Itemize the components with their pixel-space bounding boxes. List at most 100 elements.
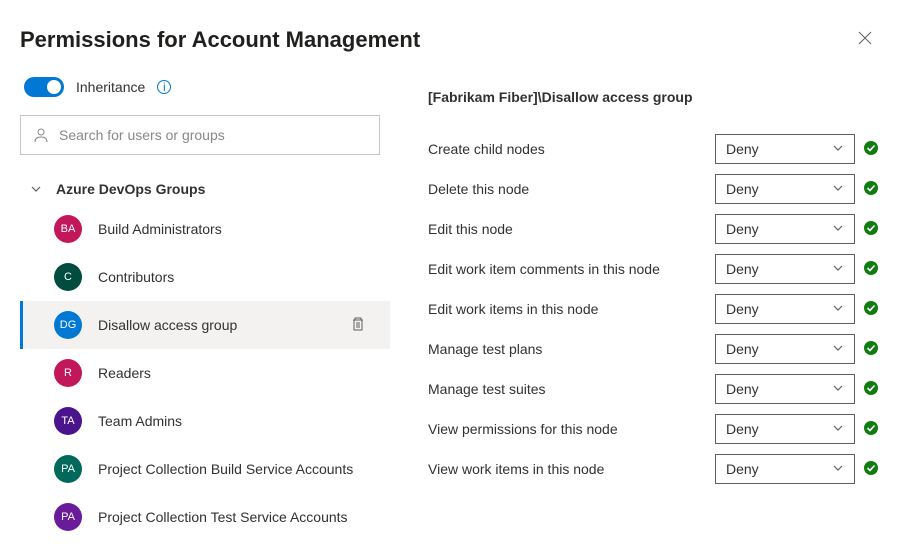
permissions-list: Create child nodesDenyDelete this nodeDe…: [428, 129, 879, 489]
permission-select[interactable]: Deny: [715, 414, 855, 444]
avatar: PA: [54, 503, 82, 531]
permission-row: Create child nodes Deny: [428, 129, 879, 169]
permission-row: Manage test plans Deny: [428, 329, 879, 369]
permission-select[interactable]: Deny: [715, 374, 855, 404]
chevron-down-icon: [832, 421, 844, 437]
chevron-down-icon: [832, 341, 844, 357]
group-label: Readers: [98, 365, 376, 381]
avatar: TA: [54, 407, 82, 435]
permission-label: View permissions for this node: [428, 421, 715, 437]
permission-select[interactable]: Deny: [715, 334, 855, 364]
chevron-down-icon: [832, 221, 844, 237]
selected-group-title: [Fabrikam Fiber]\Disallow access group: [428, 89, 879, 105]
group-item[interactable]: PA Project Collection Test Service Accoun…: [20, 493, 390, 541]
permission-select-value: Deny: [726, 381, 759, 397]
permission-label: View work items in this node: [428, 461, 715, 477]
group-label: Team Admins: [98, 413, 376, 429]
chevron-down-icon: [832, 301, 844, 317]
permission-controls: Deny: [715, 134, 879, 164]
permission-controls: Deny: [715, 294, 879, 324]
permission-controls: Deny: [715, 374, 879, 404]
group-item[interactable]: C Contributors: [20, 253, 390, 301]
permission-select-value: Deny: [726, 301, 759, 317]
permission-select-value: Deny: [726, 221, 759, 237]
permission-controls: Deny: [715, 254, 879, 284]
group-label: Build Administrators: [98, 221, 376, 237]
permission-label: Edit work items in this node: [428, 301, 715, 317]
permission-select[interactable]: Deny: [715, 214, 855, 244]
permission-select-value: Deny: [726, 261, 759, 277]
permission-row: Manage test suites Deny: [428, 369, 879, 409]
permission-label: Create child nodes: [428, 141, 715, 157]
page-title: Permissions for Account Management: [20, 27, 420, 53]
avatar: DG: [54, 311, 82, 339]
permission-row: View work items in this nodeDeny: [428, 449, 879, 489]
info-icon[interactable]: i: [157, 80, 171, 94]
avatar: C: [54, 263, 82, 291]
avatar: BA: [54, 215, 82, 243]
chevron-down-icon: [832, 461, 844, 477]
permission-select-value: Deny: [726, 181, 759, 197]
permission-select-value: Deny: [726, 341, 759, 357]
group-label: Disallow access group: [98, 317, 334, 333]
checkmark-icon: [863, 460, 879, 479]
checkmark-icon: [863, 420, 879, 439]
checkmark-icon: [863, 220, 879, 239]
avatar: R: [54, 359, 82, 387]
groups-section-title: Azure DevOps Groups: [56, 181, 205, 197]
right-pane: [Fabrikam Fiber]\Disallow access group C…: [390, 71, 899, 549]
group-label: Contributors: [98, 269, 376, 285]
permission-select[interactable]: Deny: [715, 294, 855, 324]
permission-label: Edit this node: [428, 221, 715, 237]
checkmark-icon: [863, 180, 879, 199]
permission-row: Delete this node Deny: [428, 169, 879, 209]
permission-controls: Deny: [715, 414, 879, 444]
group-item[interactable]: PA Project Collection Build Service Accou…: [20, 445, 390, 493]
permission-label: Delete this node: [428, 181, 715, 197]
permission-controls: Deny: [715, 334, 879, 364]
permission-row: Edit this node Deny: [428, 209, 879, 249]
permission-select[interactable]: Deny: [715, 174, 855, 204]
groups-section-header[interactable]: Azure DevOps Groups: [20, 173, 390, 205]
permission-select[interactable]: Deny: [715, 134, 855, 164]
checkmark-icon: [863, 260, 879, 279]
inheritance-toggle[interactable]: [24, 77, 64, 97]
inheritance-row: Inheritance i: [20, 77, 390, 97]
permission-row: Edit work item comments in this node Deny: [428, 249, 879, 289]
group-list: BA Build Administrators C Contributors DG Dis…: [20, 205, 390, 541]
permission-select-value: Deny: [726, 421, 759, 437]
permission-select[interactable]: Deny: [715, 454, 855, 484]
close-icon[interactable]: [851, 24, 879, 55]
permission-controls: Deny: [715, 174, 879, 204]
search-box[interactable]: [20, 115, 380, 155]
group-label: Project Collection Test Service Accounts: [98, 509, 376, 525]
permission-label: Manage test plans: [428, 341, 715, 357]
checkmark-icon: [863, 340, 879, 359]
group-item[interactable]: DG Disallow access group: [20, 301, 390, 349]
permission-select-value: Deny: [726, 141, 759, 157]
group-item[interactable]: BA Build Administrators: [20, 205, 390, 253]
checkmark-icon: [863, 300, 879, 319]
permission-row: Edit work items in this node Deny: [428, 289, 879, 329]
checkmark-icon: [863, 140, 879, 159]
permission-label: Edit work item comments in this node: [428, 261, 715, 277]
group-item[interactable]: TA Team Admins: [20, 397, 390, 445]
dialog-header: Permissions for Account Management: [0, 0, 899, 71]
chevron-down-icon: [832, 181, 844, 197]
trash-icon[interactable]: [350, 316, 366, 335]
group-label: Project Collection Build Service Account…: [98, 461, 376, 477]
search-input[interactable]: [59, 127, 367, 143]
inheritance-label: Inheritance: [76, 79, 145, 95]
chevron-down-icon: [30, 183, 42, 195]
checkmark-icon: [863, 380, 879, 399]
chevron-down-icon: [832, 141, 844, 157]
chevron-down-icon: [832, 261, 844, 277]
person-icon: [33, 127, 49, 143]
permission-select[interactable]: Deny: [715, 254, 855, 284]
permission-label: Manage test suites: [428, 381, 715, 397]
left-pane: Inheritance i Azure DevOps Groups BA Buil…: [0, 71, 390, 549]
group-item[interactable]: R Readers: [20, 349, 390, 397]
chevron-down-icon: [832, 381, 844, 397]
avatar: PA: [54, 455, 82, 483]
permission-row: View permissions for this node Deny: [428, 409, 879, 449]
